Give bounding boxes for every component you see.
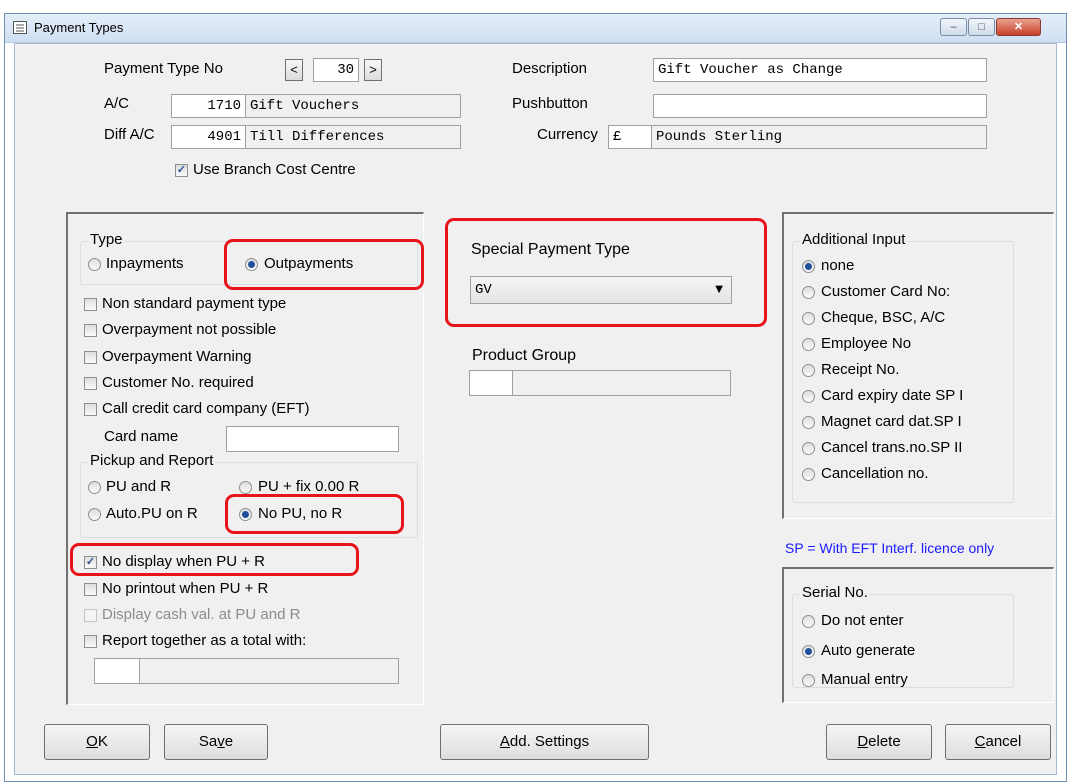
pu-and-r-label: PU and R [106, 478, 172, 495]
serial-no-radio-1[interactable] [802, 645, 815, 658]
additional-input-radio-0[interactable] [802, 260, 815, 273]
serial-no-label-2: Manual entry [821, 671, 908, 688]
overpayment-warning-checkbox[interactable] [84, 351, 97, 364]
non-standard-checkbox[interactable] [84, 298, 97, 311]
report-together-label: Report together as a total with: [102, 632, 307, 649]
product-group-name-field [512, 370, 731, 396]
additional-input-label-0: none [821, 257, 855, 274]
currency-label: Currency [537, 126, 598, 143]
overpayment-not-possible-label: Overpayment not possible [102, 321, 277, 338]
diff-ac-number-field[interactable]: 4901 [171, 125, 246, 149]
pickup-report-title: Pickup and Report [88, 452, 216, 469]
pu-fix-label: PU + fix 0.00 R [258, 478, 360, 495]
additional-input-label-2: Cheque, BSC, A/C [821, 309, 946, 326]
window-app-icon [13, 21, 27, 34]
window-title: Payment Types [34, 20, 124, 35]
special-payment-highlight [445, 218, 767, 327]
customer-no-required-checkbox[interactable] [84, 377, 97, 390]
ac-name-field: Gift Vouchers [245, 94, 461, 118]
customer-no-required-label: Customer No. required [102, 374, 254, 391]
description-label: Description [512, 60, 588, 77]
inpayments-label: Inpayments [106, 255, 184, 272]
additional-input-radio-5[interactable] [802, 390, 815, 403]
close-icon: ✕ [1013, 21, 1024, 33]
serial-no-radio-2[interactable] [802, 674, 815, 687]
ok-button[interactable]: OK [44, 724, 150, 760]
auto-pu-label: Auto.PU on R [106, 505, 198, 522]
additional-input-label-7: Cancel trans.no.SP II [821, 439, 963, 456]
ac-label: A/C [104, 95, 130, 112]
card-name-label: Card name [104, 428, 179, 445]
maximize-button[interactable]: □ [968, 18, 995, 36]
description-field[interactable]: Gift Voucher as Change [653, 58, 987, 82]
payment-type-no-label: Payment Type No [104, 60, 223, 77]
branch-cost-centre-label: Use Branch Cost Centre [193, 161, 356, 178]
pushbutton-label: Pushbutton [512, 95, 588, 112]
no-display-highlight [70, 543, 359, 576]
serial-no-label-1: Auto generate [821, 642, 916, 659]
currency-symbol-field[interactable]: £ [608, 125, 652, 149]
pu-fix-radio[interactable] [239, 481, 252, 494]
minimize-icon: – [950, 21, 957, 33]
report-together-code-field[interactable] [94, 658, 140, 684]
add-settings-button[interactable]: Add. Settings [440, 724, 649, 760]
payment-types-window: Payment Types – □ ✕ Payment Type No < 30… [4, 13, 1067, 782]
report-together-checkbox[interactable] [84, 635, 97, 648]
report-together-name-field [139, 658, 399, 684]
serial-no-label-0: Do not enter [821, 612, 904, 629]
call-credit-card-label: Call credit card company (EFT) [102, 400, 310, 417]
display-cash-checkbox [84, 609, 97, 622]
currency-name-field: Pounds Sterling [651, 125, 987, 149]
serial-no-title: Serial No. [800, 584, 870, 601]
additional-input-label-3: Employee No [821, 335, 912, 352]
additional-input-radio-4[interactable] [802, 364, 815, 377]
additional-input-radio-8[interactable] [802, 468, 815, 481]
no-printout-checkbox[interactable] [84, 583, 97, 596]
eft-licence-note: SP = With EFT Interf. licence only [785, 540, 995, 556]
type-group-title: Type [88, 231, 125, 248]
serial-no-radio-0[interactable] [802, 615, 815, 628]
overpayment-not-possible-checkbox[interactable] [84, 324, 97, 337]
delete-button[interactable]: Delete [826, 724, 932, 760]
cancel-button[interactable]: Cancel [945, 724, 1051, 760]
card-name-field[interactable] [226, 426, 399, 452]
non-standard-label: Non standard payment type [102, 295, 287, 312]
next-payment-type-button[interactable]: > [364, 59, 382, 81]
maximize-icon: □ [978, 21, 985, 33]
outpayments-highlight [224, 239, 424, 290]
branch-cost-centre-checkbox[interactable]: ✓ [175, 164, 188, 177]
additional-input-label-5: Card expiry date SP I [821, 387, 964, 404]
no-printout-label: No printout when PU + R [102, 580, 269, 597]
product-group-code-field[interactable] [469, 370, 513, 396]
product-group-label: Product Group [472, 347, 577, 364]
pushbutton-field[interactable] [653, 94, 987, 118]
payment-type-no-field[interactable]: 30 [313, 58, 359, 82]
auto-pu-radio[interactable] [88, 508, 101, 521]
pu-and-r-radio[interactable] [88, 481, 101, 494]
additional-input-label-8: Cancellation no. [821, 465, 929, 482]
inpayments-radio[interactable] [88, 258, 101, 271]
save-button[interactable]: Save [164, 724, 268, 760]
additional-input-label-1: Customer Card No: [821, 283, 951, 300]
close-button[interactable]: ✕ [996, 18, 1041, 36]
additional-input-label-6: Magnet card dat.SP I [821, 413, 962, 430]
diff-ac-name-field: Till Differences [245, 125, 461, 149]
dialog-client-area: Payment Type No < 30 > Description Gift … [14, 43, 1057, 775]
additional-input-label-4: Receipt No. [821, 361, 900, 378]
additional-input-radio-7[interactable] [802, 442, 815, 455]
additional-input-radio-2[interactable] [802, 312, 815, 325]
additional-input-radio-1[interactable] [802, 286, 815, 299]
call-credit-card-checkbox[interactable] [84, 403, 97, 416]
display-cash-label: Display cash val. at PU and R [102, 606, 301, 623]
title-bar: Payment Types – □ ✕ [5, 14, 1066, 43]
additional-input-title: Additional Input [800, 231, 908, 248]
prev-payment-type-button[interactable]: < [285, 59, 303, 81]
additional-input-radio-6[interactable] [802, 416, 815, 429]
additional-input-radio-3[interactable] [802, 338, 815, 351]
ac-number-field[interactable]: 1710 [171, 94, 246, 118]
diff-ac-label: Diff A/C [104, 126, 155, 143]
no-pu-no-r-highlight [225, 494, 404, 534]
minimize-button[interactable]: – [940, 18, 967, 36]
overpayment-warning-label: Overpayment Warning [102, 348, 252, 365]
